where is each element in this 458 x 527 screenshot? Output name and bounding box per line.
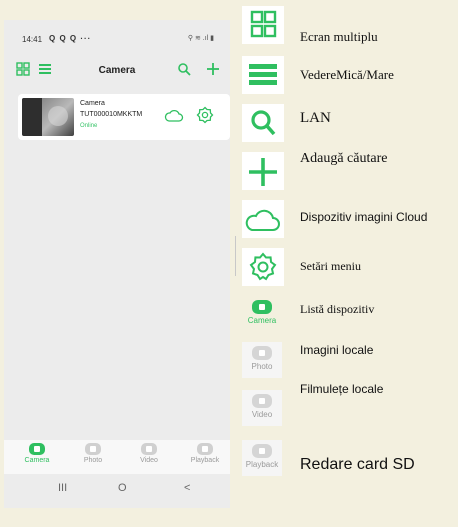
notification-icons: Q Q Q ··· bbox=[49, 34, 92, 43]
gear-icon[interactable] bbox=[196, 106, 214, 124]
legend-multi-screen: Ecran multiplu bbox=[300, 29, 378, 44]
tab-label: Video bbox=[140, 457, 158, 464]
device-status: Online bbox=[80, 123, 98, 129]
legend-playback-tab-label: Playback bbox=[245, 460, 279, 469]
legend-camera-tab-label: Camera bbox=[247, 316, 277, 325]
photo-tab-icon bbox=[252, 346, 272, 360]
legend-lan: LAN bbox=[300, 110, 331, 126]
legend-search bbox=[242, 104, 284, 142]
legend-video-tab: Video bbox=[242, 390, 282, 426]
tab-camera[interactable]: Camera bbox=[12, 443, 62, 464]
legend-photo-tab: Photo bbox=[242, 342, 282, 378]
page-title: Camera bbox=[98, 65, 136, 76]
legend-playback-tab: Playback bbox=[242, 440, 282, 476]
search-icon bbox=[251, 110, 276, 136]
status-bar: 14:41 Q Q Q ··· ⚲ ≋ .ıl ▮ bbox=[4, 34, 230, 48]
legend-cloud-label: Dispozitiv imagini Cloud bbox=[300, 210, 428, 224]
app-bar: Camera bbox=[4, 56, 230, 84]
legend-gear bbox=[242, 248, 284, 286]
legend-local-videos: Filmulețe locale bbox=[300, 382, 384, 396]
playback-tab-icon bbox=[252, 444, 272, 458]
legend-cloud bbox=[242, 200, 284, 238]
tab-label: Playback bbox=[190, 457, 220, 464]
bottom-tab-bar: Camera Photo Video Playback bbox=[4, 440, 230, 474]
device-card[interactable]: Camera TUT000010MKKTM Online bbox=[18, 94, 230, 140]
legend-list bbox=[242, 56, 284, 94]
legend-video-tab-label: Video bbox=[251, 410, 273, 419]
plus-icon[interactable] bbox=[206, 62, 220, 76]
status-time: 14:41 bbox=[22, 35, 43, 44]
list-icon bbox=[249, 64, 277, 85]
legend-sd-playback: Redare card SD bbox=[300, 456, 415, 473]
cloud-icon bbox=[245, 209, 280, 231]
tab-playback[interactable]: Playback bbox=[180, 443, 230, 464]
tab-label: Camera bbox=[24, 457, 50, 464]
search-icon[interactable] bbox=[177, 62, 191, 76]
video-tab-icon bbox=[141, 443, 157, 455]
recent-apps-button[interactable]: III bbox=[58, 482, 67, 494]
phone-screen: 14:41 Q Q Q ··· ⚲ ≋ .ıl ▮ Camera Camera … bbox=[4, 20, 230, 508]
back-button[interactable]: < bbox=[184, 482, 190, 494]
plus-icon bbox=[249, 158, 277, 186]
system-nav-bar: III O < bbox=[4, 474, 230, 508]
tab-label: Photo bbox=[83, 457, 103, 464]
device-thumbnail[interactable] bbox=[22, 98, 74, 136]
tab-video[interactable]: Video bbox=[124, 443, 174, 464]
legend-plus bbox=[242, 152, 284, 190]
gear-icon bbox=[249, 252, 277, 281]
device-id: TUT000010MKKTM bbox=[80, 111, 143, 118]
legend-add-search: Adaugă căutare bbox=[300, 151, 388, 166]
legend-grid bbox=[242, 6, 284, 44]
legend-settings: Setări meniu bbox=[300, 259, 361, 273]
legend-view-size: VedereMică/Mare bbox=[300, 67, 394, 82]
legend-device-list: Listă dispozitiv bbox=[300, 302, 375, 316]
cloud-icon[interactable] bbox=[164, 108, 184, 124]
legend-local-images: Imagini locale bbox=[300, 343, 374, 357]
camera-tab-icon bbox=[29, 443, 45, 455]
playback-tab-icon bbox=[197, 443, 213, 455]
grid-icon bbox=[250, 10, 277, 38]
divider bbox=[232, 236, 236, 276]
camera-tab-icon bbox=[252, 300, 272, 314]
system-icons: ⚲ ≋ .ıl ▮ bbox=[187, 35, 214, 42]
tab-photo[interactable]: Photo bbox=[68, 443, 118, 464]
legend-photo-tab-label: Photo bbox=[251, 362, 273, 371]
legend-camera-tab: Camera bbox=[242, 296, 282, 330]
home-button[interactable]: O bbox=[118, 482, 127, 494]
device-name: Camera bbox=[80, 100, 105, 107]
video-tab-icon bbox=[252, 394, 272, 408]
photo-tab-icon bbox=[85, 443, 101, 455]
